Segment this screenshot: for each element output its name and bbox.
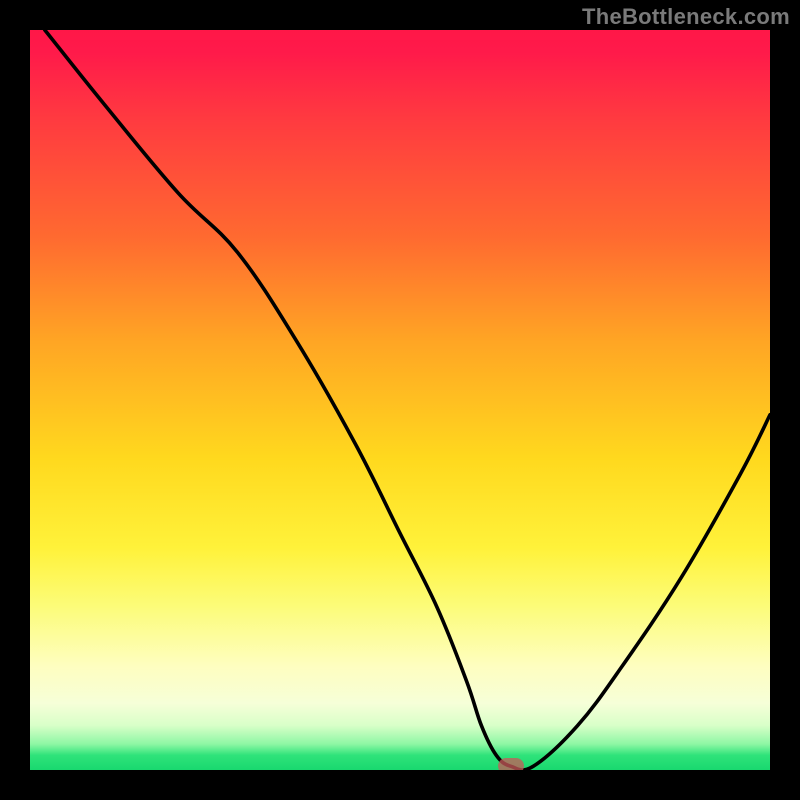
minimum-marker (498, 758, 524, 770)
plot-area (30, 30, 770, 770)
watermark-text: TheBottleneck.com (582, 4, 790, 30)
curve-svg (30, 30, 770, 770)
bottleneck-curve-path (45, 30, 770, 770)
chart-frame: TheBottleneck.com (0, 0, 800, 800)
